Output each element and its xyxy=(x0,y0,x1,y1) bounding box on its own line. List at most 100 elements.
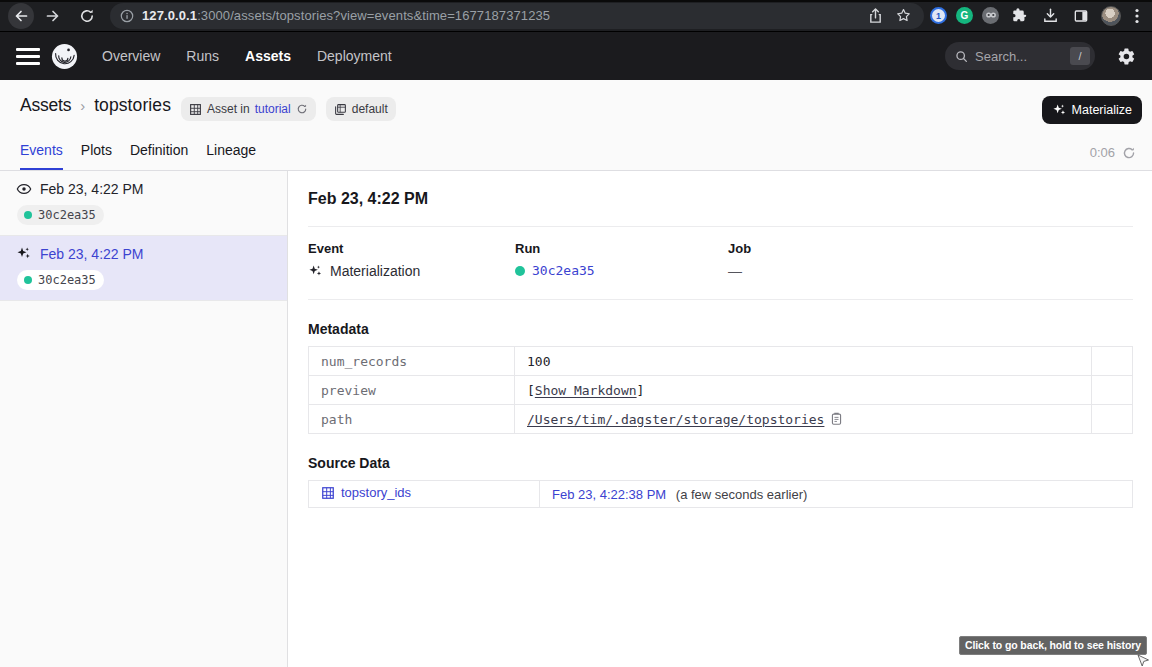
reload-icon xyxy=(79,8,95,24)
forward-arrow-icon xyxy=(45,8,61,24)
observation-eye-icon xyxy=(16,181,32,197)
run-id-pill[interactable]: 30c2ea35 xyxy=(17,270,104,290)
back-arrow-icon xyxy=(13,8,29,24)
materialize-sparkle-icon xyxy=(1052,103,1067,118)
breadcrumb-assets-link[interactable]: Assets xyxy=(20,95,71,116)
dagster-logo xyxy=(51,43,78,70)
source-asset-link[interactable]: topstory_ids xyxy=(321,485,411,500)
event-detail-title: Feb 23, 4:22 PM xyxy=(308,171,1133,227)
back-button-tooltip: Click to go back, hold to see history xyxy=(959,636,1147,655)
profile-avatar[interactable] xyxy=(1101,6,1121,26)
search-input[interactable]: Search... / xyxy=(945,42,1095,70)
url-text: 127.0.0.1:3000/assets/topstories?view=ev… xyxy=(142,8,864,23)
event-time: Feb 23, 4:22 PM xyxy=(40,246,144,262)
metadata-value: [Show Markdown] xyxy=(515,376,1092,405)
tab-lineage[interactable]: Lineage xyxy=(206,142,256,170)
metadata-row-preview: preview [Show Markdown] xyxy=(309,376,1133,405)
metadata-row-num-records: num_records 100 xyxy=(309,347,1133,376)
browser-toolbar: 127.0.0.1:3000/assets/topstories?view=ev… xyxy=(0,0,1152,32)
metadata-key: preview xyxy=(309,376,515,405)
event-list-sidebar: Feb 23, 4:22 PM 30c2ea35 Feb 23, 4:22 PM… xyxy=(0,171,288,667)
nav-item-assets[interactable]: Assets xyxy=(245,48,291,64)
tag-reload-icon[interactable] xyxy=(296,103,308,115)
run-id: 30c2ea35 xyxy=(38,208,96,222)
refresh-timer: 0:06 xyxy=(1090,145,1136,170)
asset-table-icon xyxy=(189,103,202,116)
browser-menu-icon[interactable] xyxy=(1130,5,1144,27)
metadata-value: /Users/tim/.dagster/storage/topstories xyxy=(515,405,1092,434)
show-markdown-link[interactable]: Show Markdown xyxy=(535,383,637,398)
repo-default-tag[interactable]: default xyxy=(326,97,396,121)
job-column-label: Job xyxy=(728,241,751,256)
browser-forward-button[interactable] xyxy=(40,3,66,29)
browser-address-bar[interactable]: 127.0.0.1:3000/assets/topstories?view=ev… xyxy=(110,3,924,29)
owl-extension-icon[interactable] xyxy=(982,7,999,24)
repo-default-tag-label: default xyxy=(352,102,388,116)
browser-reload-button[interactable] xyxy=(74,3,100,29)
event-detail-panel: Feb 23, 4:22 PM Event Materialization Ru… xyxy=(288,171,1152,667)
asset-group-tag[interactable]: Asset in tutorial xyxy=(181,97,316,121)
search-icon xyxy=(955,50,968,63)
event-list-item-materialization[interactable]: Feb 23, 4:22 PM 30c2ea35 xyxy=(0,236,287,301)
metadata-key: path xyxy=(309,405,515,434)
nav-item-runs[interactable]: Runs xyxy=(186,48,219,64)
share-button[interactable] xyxy=(864,5,886,27)
search-placeholder: Search... xyxy=(975,49,1070,64)
nav-item-deployment[interactable]: Deployment xyxy=(317,48,392,64)
source-event-note: (a few seconds earlier) xyxy=(676,487,808,502)
job-value: — xyxy=(728,263,751,279)
source-data-row: topstory_ids Feb 23, 4:22:38 PM (a few s… xyxy=(309,481,1133,508)
source-event-time-link[interactable]: Feb 23, 4:22:38 PM xyxy=(552,487,666,502)
app-navbar: Overview Runs Assets Deployment Search..… xyxy=(0,32,1152,80)
metadata-key: num_records xyxy=(309,347,515,376)
grammarly-extension-icon[interactable]: G xyxy=(956,7,973,24)
downloads-icon[interactable] xyxy=(1039,5,1061,27)
metadata-section-heading: Metadata xyxy=(308,321,1133,337)
event-time: Feb 23, 4:22 PM xyxy=(40,181,144,197)
copy-path-icon[interactable] xyxy=(830,412,843,426)
mouse-cursor xyxy=(1137,654,1150,667)
run-status-dot xyxy=(24,276,32,284)
hamburger-menu-icon[interactable] xyxy=(16,44,40,68)
tab-plots[interactable]: Plots xyxy=(81,142,112,170)
run-status-dot xyxy=(24,211,32,219)
path-link[interactable]: /Users/tim/.dagster/storage/topstories xyxy=(527,412,824,427)
materialization-sparkle-icon xyxy=(308,264,323,279)
refresh-timer-value: 0:06 xyxy=(1090,145,1115,160)
asset-table-icon xyxy=(321,486,335,500)
nav-item-overview[interactable]: Overview xyxy=(102,48,160,64)
workspace-icon xyxy=(334,103,347,116)
breadcrumb-separator: › xyxy=(80,97,85,114)
run-id-pill[interactable]: 30c2ea35 xyxy=(17,205,104,225)
run-id: 30c2ea35 xyxy=(38,273,96,287)
run-id-link[interactable]: 30c2ea35 xyxy=(532,263,595,278)
side-panel-icon[interactable] xyxy=(1070,5,1092,27)
source-data-table: topstory_ids Feb 23, 4:22:38 PM (a few s… xyxy=(308,480,1133,508)
bookmark-star-button[interactable] xyxy=(892,5,914,27)
password-manager-extension-icon[interactable]: 1 xyxy=(930,7,947,24)
tab-events[interactable]: Events xyxy=(20,142,63,170)
refresh-icon[interactable] xyxy=(1122,146,1136,160)
materialize-button-label: Materialize xyxy=(1072,103,1132,117)
breadcrumb-asset-name: topstories xyxy=(94,95,171,116)
asset-tabs: Events Plots Definition Lineage 0:06 xyxy=(0,133,1152,171)
run-column-label: Run xyxy=(515,241,728,256)
asset-group-tag-prefix: Asset in xyxy=(207,102,250,116)
asset-group-tag-link[interactable]: tutorial xyxy=(255,102,291,116)
asset-page-header: Assets › topstories Asset in tutorial de… xyxy=(0,80,1152,133)
event-list-item-observation[interactable]: Feb 23, 4:22 PM 30c2ea35 xyxy=(0,171,287,236)
materialize-button[interactable]: Materialize xyxy=(1042,96,1142,124)
source-data-section-heading: Source Data xyxy=(308,455,1133,471)
metadata-table: num_records 100 preview [Show Markdown] … xyxy=(308,346,1133,434)
breadcrumb: Assets › topstories xyxy=(20,95,171,116)
materialization-sparkle-icon xyxy=(16,246,32,262)
run-status-dot xyxy=(515,266,525,276)
tab-definition[interactable]: Definition xyxy=(130,142,188,170)
site-info-icon[interactable] xyxy=(120,9,134,23)
extensions-puzzle-icon[interactable] xyxy=(1008,5,1030,27)
event-column-label: Event xyxy=(308,241,515,256)
settings-gear-icon[interactable] xyxy=(1117,47,1136,66)
browser-back-button[interactable] xyxy=(8,3,34,29)
search-shortcut-key: / xyxy=(1070,47,1090,65)
metadata-row-path: path /Users/tim/.dagster/storage/topstor… xyxy=(309,405,1133,434)
